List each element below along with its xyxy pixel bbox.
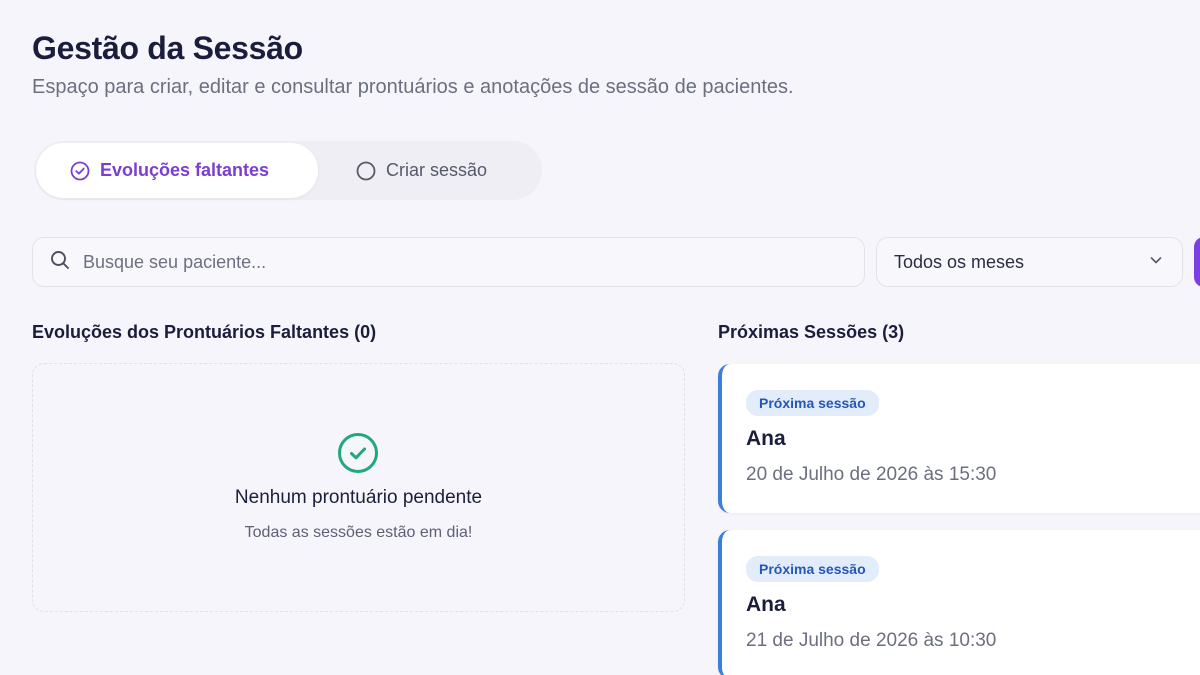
search-icon: [49, 249, 71, 276]
tab-evolucoes-faltantes[interactable]: Evoluções faltantes: [36, 143, 318, 198]
search-bar: [32, 237, 865, 287]
status-badge: Próxima sessão: [746, 390, 879, 416]
search-input[interactable]: [83, 251, 823, 273]
chevron-down-icon: [1148, 252, 1164, 273]
check-circle-icon: [70, 161, 90, 181]
tab-criar-sessao[interactable]: Criar sessão: [318, 143, 487, 198]
tab-label: Evoluções faltantes: [100, 160, 270, 180]
page-title: Gestão da Sessão: [32, 30, 303, 66]
session-card[interactable]: Próxima sessão Ana 20 de Julho de 2026 à…: [718, 364, 1200, 513]
tab-label: Criar sessão: [386, 160, 488, 180]
patient-name: Ana: [746, 593, 786, 616]
patient-name: Ana: [746, 427, 786, 450]
session-datetime: 21 de Julho de 2026 às 10:30: [746, 630, 997, 651]
page-subtitle: Espaço para criar, editar e consultar pr…: [32, 76, 794, 98]
upcoming-sessions-title: Próximas Sessões (3): [718, 322, 905, 342]
month-filter-select[interactable]: Todos os meses: [876, 237, 1183, 287]
empty-state-title: Nenhum prontuário pendente: [234, 487, 483, 508]
status-badge: Próxima sessão: [746, 556, 879, 582]
empty-state-subtitle: Todas as sessões estão em dia!: [244, 524, 473, 541]
session-datetime: 20 de Julho de 2026 às 15:30: [746, 464, 997, 485]
session-card[interactable]: Próxima sessão Ana 21 de Julho de 2026 à…: [718, 530, 1200, 675]
session-tabs: Evoluções faltantes Criar sessão: [34, 141, 542, 200]
missing-records-title: Evoluções dos Prontuários Faltantes (0): [32, 322, 377, 342]
circle-icon: [356, 161, 376, 181]
month-filter-value: Todos os meses: [894, 251, 1025, 272]
check-circle-icon: [336, 431, 380, 480]
primary-action-button[interactable]: [1194, 237, 1200, 287]
